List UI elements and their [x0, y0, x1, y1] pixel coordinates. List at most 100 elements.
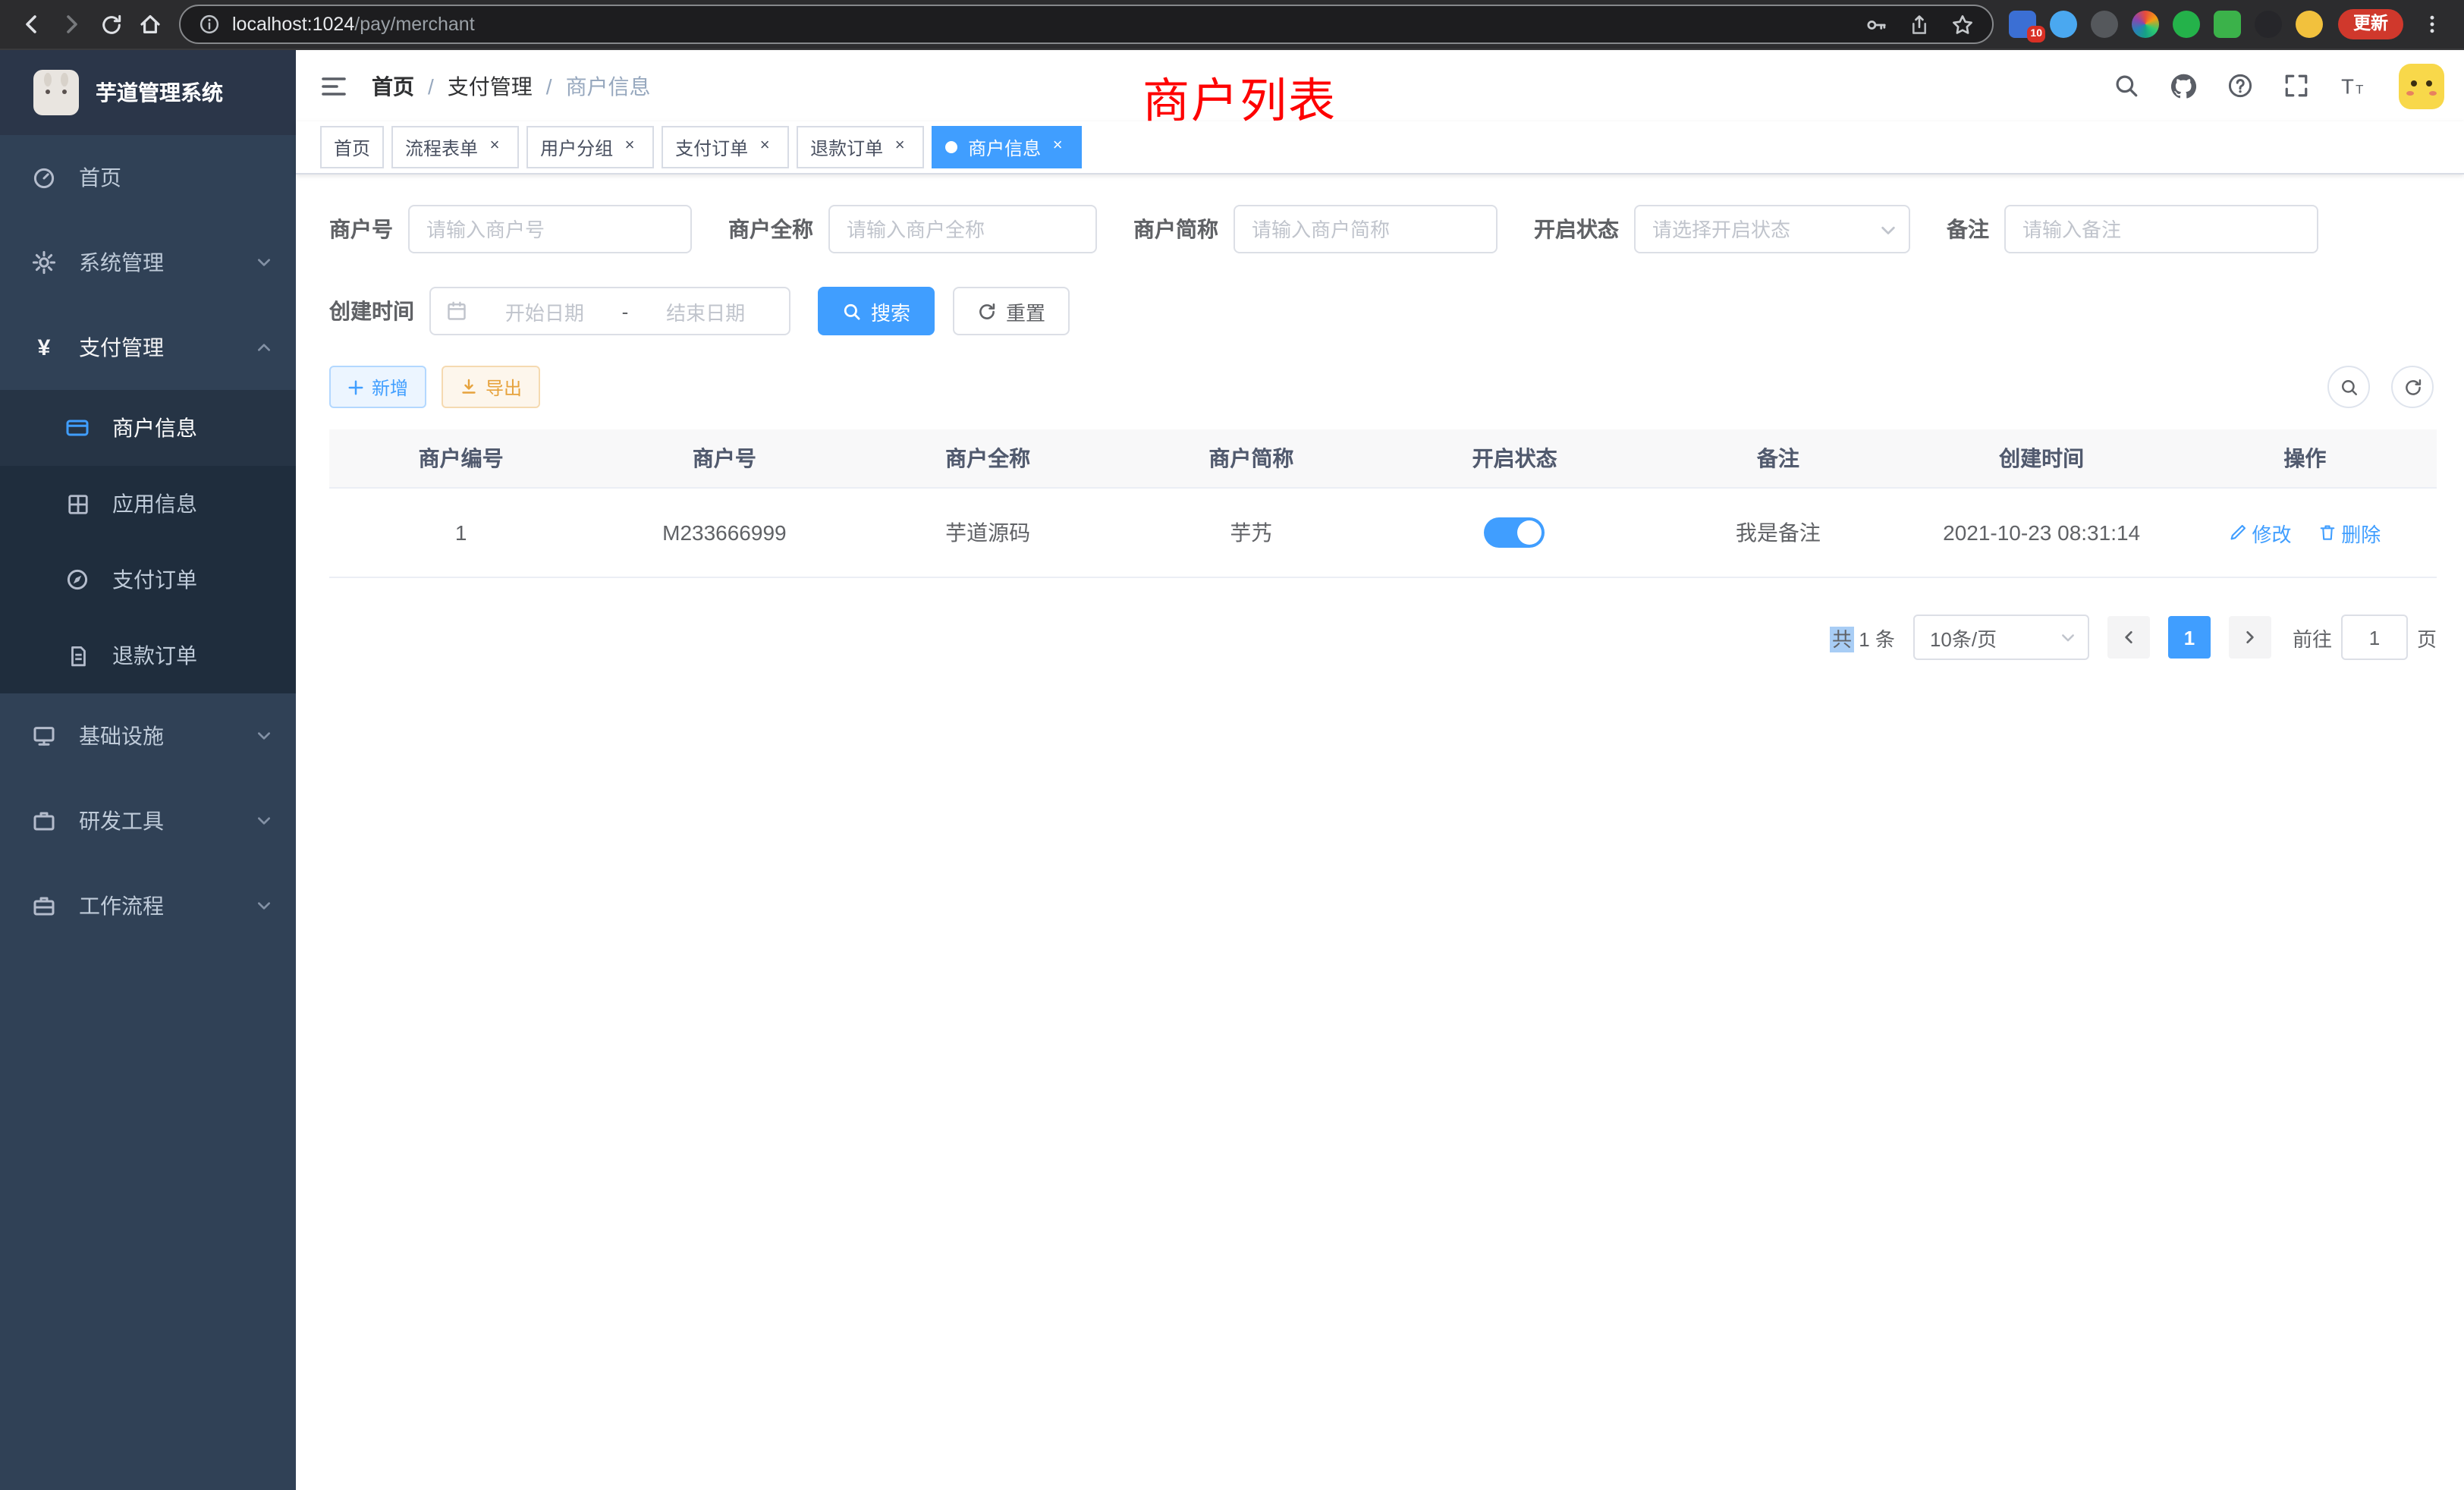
date-range-picker[interactable]: 开始日期 - 结束日期 [429, 287, 790, 335]
toggle-search-icon[interactable] [2327, 366, 2370, 408]
extension-icon[interactable]: 10 [2009, 11, 2036, 38]
back-button[interactable] [12, 5, 52, 44]
col-short-name: 商户简称 [1120, 429, 1383, 488]
chevron-down-icon [256, 898, 272, 913]
app-logo[interactable]: 芋道管理系统 [0, 50, 296, 135]
close-tab-icon[interactable]: × [1047, 137, 1068, 158]
github-icon[interactable] [2170, 72, 2197, 99]
extension-icon[interactable] [2255, 11, 2282, 38]
extension-icon[interactable] [2173, 11, 2200, 38]
calendar-icon [446, 300, 467, 322]
col-create-time: 创建时间 [1910, 429, 2173, 488]
export-button[interactable]: 导出 [442, 366, 540, 408]
current-page-button[interactable]: 1 [2168, 616, 2211, 659]
tab-user-group[interactable]: 用户分组× [526, 126, 654, 168]
sidebar-item-home[interactable]: 首页 [0, 135, 296, 220]
sidebar-item-payment[interactable]: ¥ 支付管理 [0, 305, 296, 390]
sidebar-item-workflow[interactable]: 工作流程 [0, 863, 296, 948]
filter-row-2: 创建时间 开始日期 - 结束日期 搜索 [329, 287, 2437, 335]
breadcrumb-separator: / [428, 74, 434, 98]
breadcrumb-home[interactable]: 首页 [372, 71, 414, 101]
close-tab-icon[interactable]: × [754, 137, 775, 158]
cell-short-name: 芋艿 [1120, 488, 1383, 577]
col-remark: 备注 [1646, 429, 1909, 488]
reset-button[interactable]: 重置 [953, 287, 1070, 335]
close-tab-icon[interactable]: × [619, 137, 640, 158]
sidebar-collapse-button[interactable] [320, 72, 347, 99]
merchant-short-input[interactable] [1234, 205, 1498, 253]
chevron-up-icon [256, 340, 272, 355]
sidebar-item-dev-tools[interactable]: 研发工具 [0, 778, 296, 863]
briefcase-icon [30, 894, 58, 918]
fullscreen-icon[interactable] [2283, 73, 2309, 99]
col-merchant-no: 商户号 [592, 429, 856, 488]
extension-icon[interactable] [2296, 11, 2323, 38]
home-button[interactable] [130, 5, 170, 44]
card-icon [64, 416, 91, 440]
svg-text:T: T [2341, 75, 2354, 99]
share-icon[interactable] [1909, 13, 1930, 36]
sidebar-item-infrastructure[interactable]: 基础设施 [0, 693, 296, 778]
compass-icon [64, 567, 91, 592]
sidebar-item-label: 系统管理 [79, 247, 164, 278]
close-tab-icon[interactable]: × [484, 137, 505, 158]
monitor-icon [30, 724, 58, 748]
edit-link[interactable]: 修改 [2229, 518, 2291, 547]
sidebar-item-label: 支付订单 [112, 564, 197, 595]
browser-update-button[interactable]: 更新 [2338, 9, 2403, 39]
search-button[interactable]: 搜索 [818, 287, 935, 335]
goto-page-input[interactable] [2341, 615, 2408, 660]
tab-process-form[interactable]: 流程表单× [391, 126, 519, 168]
delete-link[interactable]: 删除 [2318, 518, 2381, 547]
tab-home[interactable]: 首页 [320, 126, 384, 168]
status-select[interactable] [1634, 205, 1910, 253]
tab-merchant-info[interactable]: 商户信息× [932, 126, 1082, 168]
status-toggle[interactable] [1485, 517, 1545, 548]
merchant-name-input[interactable] [828, 205, 1097, 253]
main-area: 首页 / 支付管理 / 商户信息 商户列表 [296, 50, 2464, 1490]
tab-label: 退款订单 [810, 134, 883, 160]
forward-button[interactable] [52, 5, 91, 44]
browser-menu-button[interactable] [2412, 5, 2452, 44]
chevron-down-icon [2060, 630, 2076, 645]
close-tab-icon[interactable]: × [889, 137, 910, 158]
extension-icon[interactable] [2091, 11, 2118, 38]
help-icon[interactable] [2227, 73, 2253, 99]
merchant-no-input[interactable] [408, 205, 692, 253]
prev-page-button[interactable] [2107, 616, 2150, 659]
sidebar-item-label: 商户信息 [112, 413, 197, 443]
add-button[interactable]: 新增 [329, 366, 426, 408]
delete-link-label: 删除 [2341, 518, 2381, 547]
font-size-icon[interactable]: TT [2340, 73, 2368, 99]
refresh-table-icon[interactable] [2391, 366, 2434, 408]
sidebar-item-payment-order[interactable]: 支付订单 [0, 542, 296, 618]
site-info-icon[interactable] [199, 14, 220, 35]
date-separator: - [622, 300, 629, 322]
bookmark-star-icon[interactable] [1951, 13, 1974, 36]
tab-refund-order[interactable]: 退款订单 × [797, 126, 924, 168]
extension-icon[interactable] [2214, 11, 2241, 38]
breadcrumb-separator: / [546, 74, 552, 98]
sidebar-item-app-info[interactable]: 应用信息 [0, 466, 296, 542]
page-size-value: 10条/页 [1930, 623, 1997, 652]
url-bar[interactable]: localhost:1024/pay/merchant [179, 5, 1994, 44]
sidebar-item-refund-order[interactable]: 退款订单 [0, 618, 296, 693]
user-avatar[interactable] [2399, 63, 2444, 108]
next-page-button[interactable] [2229, 616, 2271, 659]
tab-payment-order[interactable]: 支付订单× [662, 126, 789, 168]
search-icon[interactable] [2114, 73, 2139, 99]
sidebar-item-system[interactable]: 系统管理 [0, 220, 296, 305]
page-size-select[interactable]: 10条/页 [1913, 615, 2089, 660]
password-key-icon[interactable] [1865, 13, 1887, 36]
sidebar-item-label: 研发工具 [79, 806, 164, 836]
remark-input[interactable] [2004, 205, 2318, 253]
cell-create-time: 2021-10-23 08:31:14 [1910, 488, 2173, 577]
reload-button[interactable] [91, 5, 130, 44]
grid-icon [64, 492, 91, 515]
extension-badge: 10 [2027, 26, 2045, 42]
extension-icon[interactable] [2050, 11, 2077, 38]
sidebar-item-merchant-info[interactable]: 商户信息 [0, 390, 296, 466]
chevron-down-icon [256, 255, 272, 270]
browser-toolbar: localhost:1024/pay/merchant 10 [0, 0, 2464, 50]
extension-icon[interactable] [2132, 11, 2159, 38]
